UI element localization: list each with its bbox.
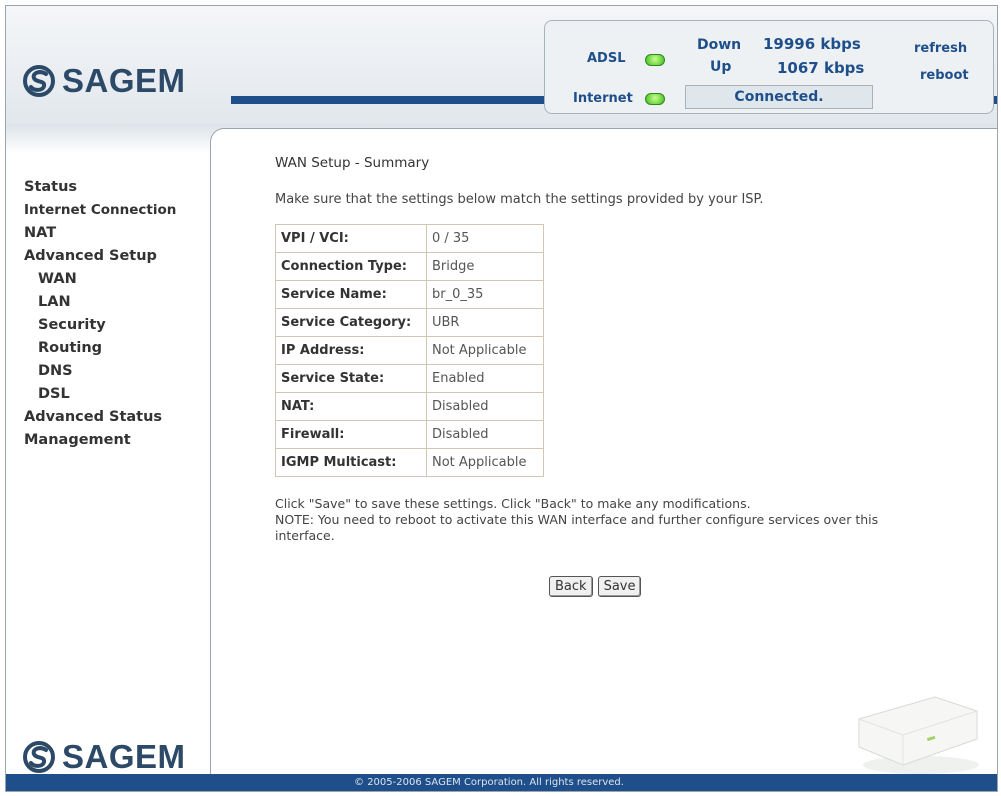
- save-button[interactable]: Save: [597, 576, 642, 597]
- table-row: NAT: Disabled: [275, 392, 544, 421]
- refresh-link[interactable]: refresh: [914, 41, 967, 56]
- status-panel: ADSL Internet Down 19996 kbps Up 1067 kb…: [544, 20, 994, 114]
- sidebar-item-wan[interactable]: WAN: [24, 268, 176, 291]
- action-buttons: Back Save: [549, 576, 642, 597]
- row-key: NAT:: [275, 392, 427, 421]
- sidebar-nav: Status Internet Connection NAT Advanced …: [24, 176, 176, 452]
- sidebar-item-routing[interactable]: Routing: [24, 337, 176, 360]
- reboot-link[interactable]: reboot: [920, 68, 969, 83]
- row-key: Service State:: [275, 364, 427, 393]
- sidebar-item-internet-connection[interactable]: Internet Connection: [24, 199, 176, 222]
- table-row: IP Address: Not Applicable: [275, 336, 544, 365]
- back-button[interactable]: Back: [549, 576, 593, 597]
- table-row: Service Category: UBR: [275, 308, 544, 337]
- row-value: UBR: [426, 308, 544, 337]
- logo-text: SAGEM: [62, 738, 186, 775]
- row-value: Not Applicable: [426, 448, 544, 477]
- table-row: Firewall: Disabled: [275, 420, 544, 449]
- table-row: Service Name: br_0_35: [275, 280, 544, 309]
- logo-text: SAGEM: [62, 62, 186, 99]
- sidebar-item-security[interactable]: Security: [24, 314, 176, 337]
- router-admin-window: SAGEM ADSL Internet Down 19996 kbps Up 1…: [5, 5, 998, 792]
- sagem-logo-icon: [23, 741, 55, 773]
- down-label: Down: [697, 37, 742, 53]
- internet-status-led-icon: [645, 93, 665, 105]
- table-row: VPI / VCI: 0 / 35: [275, 224, 544, 253]
- downstream-rate: 19996 kbps: [763, 35, 861, 53]
- up-label: Up: [710, 59, 732, 75]
- save-instructions: Click "Save" to save these settings. Cli…: [275, 496, 915, 544]
- sidebar-item-management[interactable]: Management: [24, 429, 176, 452]
- page-title: WAN Setup - Summary: [275, 155, 430, 171]
- sagem-logo-icon: [23, 65, 55, 97]
- upstream-rate: 1067 kbps: [777, 59, 865, 77]
- row-value: Enabled: [426, 364, 544, 393]
- row-key: IGMP Multicast:: [275, 448, 427, 477]
- intro-text: Make sure that the settings below match …: [275, 192, 764, 207]
- row-value: Not Applicable: [426, 336, 544, 365]
- sidebar-item-lan[interactable]: LAN: [24, 291, 176, 314]
- row-key: Connection Type:: [275, 252, 427, 281]
- row-value: Disabled: [426, 420, 544, 449]
- row-key: IP Address:: [275, 336, 427, 365]
- row-value: br_0_35: [426, 280, 544, 309]
- connection-status: Connected.: [685, 85, 873, 109]
- note-line: NOTE: You need to reboot to activate thi…: [275, 512, 879, 543]
- main-content: WAN Setup - Summary Make sure that the s…: [210, 128, 997, 775]
- router-device-icon: [858, 696, 979, 774]
- table-row: Connection Type: Bridge: [275, 252, 544, 281]
- row-value: Bridge: [426, 252, 544, 281]
- row-key: VPI / VCI:: [275, 224, 427, 253]
- sidebar: Status Internet Connection NAT Advanced …: [6, 154, 210, 774]
- adsl-label: ADSL: [587, 51, 626, 66]
- sidebar-item-dsl[interactable]: DSL: [24, 383, 176, 406]
- row-key: Firewall:: [275, 420, 427, 449]
- copyright-text: © 2005-2006 SAGEM Corporation. All right…: [324, 774, 654, 791]
- wan-summary-table: VPI / VCI: 0 / 35 Connection Type: Bridg…: [275, 224, 544, 477]
- sidebar-item-dns[interactable]: DNS: [24, 360, 176, 383]
- row-value: 0 / 35: [426, 224, 544, 253]
- sidebar-item-status[interactable]: Status: [24, 176, 176, 199]
- table-row: IGMP Multicast: Not Applicable: [275, 448, 544, 477]
- sidebar-item-advanced-setup[interactable]: Advanced Setup: [24, 245, 176, 268]
- internet-label: Internet: [573, 91, 633, 106]
- table-row: Service State: Enabled: [275, 364, 544, 393]
- sidebar-item-nat[interactable]: NAT: [24, 222, 176, 245]
- adsl-status-led-icon: [645, 54, 665, 66]
- note-line: Click "Save" to save these settings. Cli…: [275, 496, 751, 511]
- sagem-logo: SAGEM: [22, 62, 186, 100]
- row-value: Disabled: [426, 392, 544, 421]
- row-key: Service Name:: [275, 280, 427, 309]
- sidebar-item-advanced-status[interactable]: Advanced Status: [24, 406, 176, 429]
- sagem-logo-bottom: SAGEM: [22, 738, 186, 776]
- footer: © 2005-2006 SAGEM Corporation. All right…: [6, 774, 997, 791]
- row-key: Service Category:: [275, 308, 427, 337]
